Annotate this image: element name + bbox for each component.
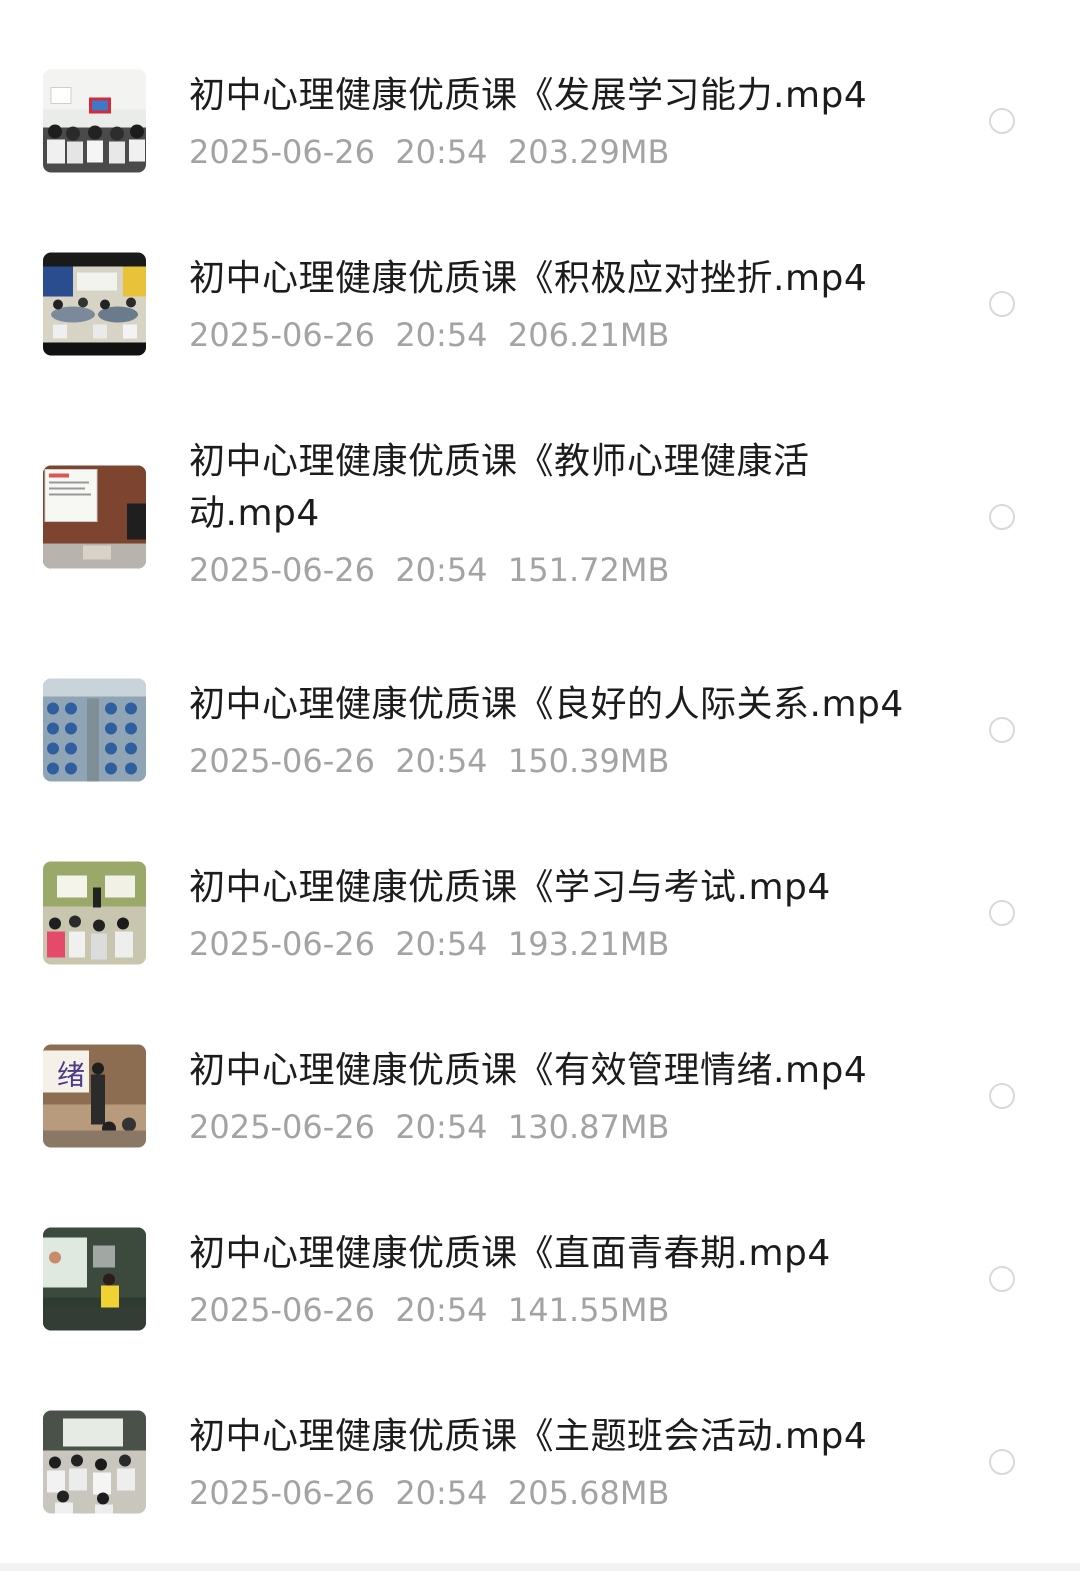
file-date: 2025-06-26 (189, 133, 375, 171)
emotion-slide-text: 绪 (57, 1059, 85, 1092)
select-radio[interactable] (989, 1449, 1015, 1475)
file-row[interactable]: 绪 初中心理健康优质课《有效管理情绪.mp4 2025-06-26 20:54 … (0, 1013, 1080, 1179)
bottom-divider (0, 1563, 1080, 1571)
file-size: 130.87MB (507, 1108, 670, 1146)
file-list: 初中心理健康优质课《发展学习能力.mp4 2025-06-26 20:54 20… (0, 38, 1080, 1562)
video-thumbnail[interactable]: 绪 (43, 1044, 146, 1148)
file-date: 2025-06-26 (189, 1108, 375, 1146)
file-row[interactable]: 初中心理健康优质课《直面青春期.mp4 2025-06-26 20:54 141… (0, 1196, 1080, 1362)
file-time: 20:54 (395, 316, 488, 354)
file-name: 初中心理健康优质课《良好的人际关系.mp4 (189, 684, 904, 725)
file-row[interactable]: 初中心理健康优质课《积极应对挫折.mp4 2025-06-26 20:54 20… (0, 221, 1080, 387)
video-thumbnail[interactable] (43, 465, 146, 569)
file-name: 初中心理健康优质课《教师心理健康活动.mp4 (189, 441, 810, 534)
file-time: 20:54 (395, 1291, 488, 1329)
file-date: 2025-06-26 (189, 925, 375, 963)
file-time: 20:54 (395, 1108, 488, 1146)
file-size: 203.29MB (507, 133, 670, 171)
file-time: 20:54 (395, 133, 488, 171)
file-date: 2025-06-26 (189, 742, 375, 780)
file-size: 205.68MB (507, 1474, 670, 1512)
file-row[interactable]: 初中心理健康优质课《主题班会活动.mp4 2025-06-26 20:54 20… (0, 1379, 1080, 1545)
file-date: 2025-06-26 (189, 1474, 375, 1512)
file-size: 141.55MB (507, 1291, 670, 1329)
file-name: 初中心理健康优质课《学习与考试.mp4 (189, 867, 831, 908)
video-thumbnail[interactable] (43, 252, 146, 356)
file-size: 206.21MB (507, 316, 670, 354)
file-meta: 2025-06-26 20:54 150.39MB (189, 739, 949, 783)
file-meta: 2025-06-26 20:54 203.29MB (189, 130, 949, 174)
file-name: 初中心理健康优质课《直面青春期.mp4 (189, 1233, 831, 1274)
file-row[interactable]: 初中心理健康优质课《教师心理健康活动.mp4 2025-06-26 20:54 … (0, 404, 1080, 630)
video-thumbnail[interactable] (43, 1227, 146, 1331)
select-radio[interactable] (989, 504, 1015, 530)
select-radio[interactable] (989, 1083, 1015, 1109)
file-size: 151.72MB (507, 551, 670, 589)
file-row[interactable]: 初中心理健康优质课《良好的人际关系.mp4 2025-06-26 20:54 1… (0, 647, 1080, 813)
select-radio[interactable] (989, 291, 1015, 317)
file-time: 20:54 (395, 551, 488, 589)
file-row[interactable]: 初中心理健康优质课《发展学习能力.mp4 2025-06-26 20:54 20… (0, 38, 1080, 204)
file-time: 20:54 (395, 742, 488, 780)
file-size: 150.39MB (507, 742, 670, 780)
file-time: 20:54 (395, 925, 488, 963)
select-radio[interactable] (989, 108, 1015, 134)
select-radio[interactable] (989, 1266, 1015, 1292)
video-thumbnail[interactable] (43, 1410, 146, 1514)
video-thumbnail[interactable] (43, 861, 146, 965)
file-date: 2025-06-26 (189, 551, 375, 589)
file-meta: 2025-06-26 20:54 130.87MB (189, 1105, 949, 1149)
file-name: 初中心理健康优质课《有效管理情绪.mp4 (189, 1050, 868, 1091)
select-radio[interactable] (989, 717, 1015, 743)
video-thumbnail[interactable] (43, 678, 146, 782)
select-radio[interactable] (989, 900, 1015, 926)
file-size: 193.21MB (507, 925, 670, 963)
file-name: 初中心理健康优质课《积极应对挫折.mp4 (189, 258, 868, 299)
file-name: 初中心理健康优质课《发展学习能力.mp4 (189, 75, 868, 116)
file-meta: 2025-06-26 20:54 151.72MB (189, 548, 949, 592)
file-name: 初中心理健康优质课《主题班会活动.mp4 (189, 1416, 868, 1457)
video-thumbnail[interactable] (43, 69, 146, 173)
file-meta: 2025-06-26 20:54 206.21MB (189, 313, 949, 357)
file-date: 2025-06-26 (189, 316, 375, 354)
file-time: 20:54 (395, 1474, 488, 1512)
file-date: 2025-06-26 (189, 1291, 375, 1329)
file-row[interactable]: 初中心理健康优质课《学习与考试.mp4 2025-06-26 20:54 193… (0, 830, 1080, 996)
file-meta: 2025-06-26 20:54 205.68MB (189, 1471, 949, 1515)
file-meta: 2025-06-26 20:54 141.55MB (189, 1288, 949, 1332)
file-meta: 2025-06-26 20:54 193.21MB (189, 922, 949, 966)
